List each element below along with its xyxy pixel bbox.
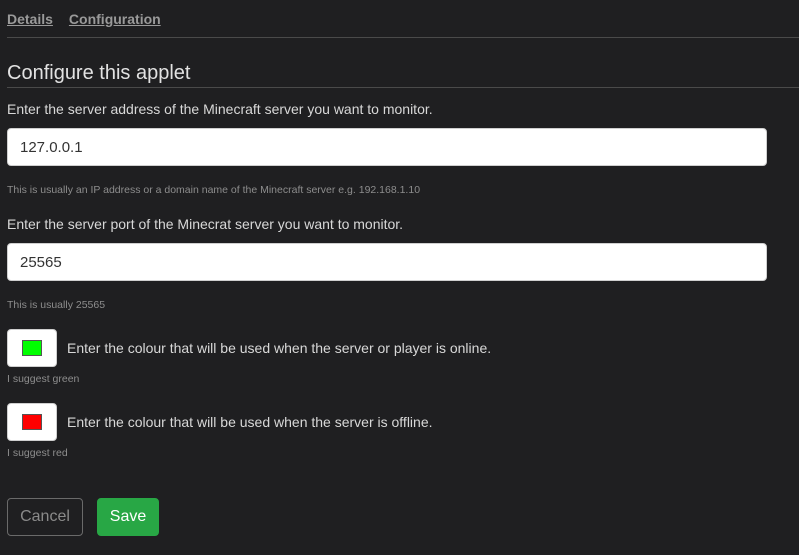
online-colour-swatch <box>22 340 42 356</box>
heading-divider <box>7 87 799 88</box>
offline-colour-swatch <box>22 414 42 430</box>
offline-colour-help: I suggest red <box>7 447 68 459</box>
online-colour-help: I suggest green <box>7 373 80 385</box>
server-address-input[interactable] <box>7 128 767 166</box>
cancel-button[interactable]: Cancel <box>7 498 83 536</box>
online-colour-label: Enter the colour that will be used when … <box>67 340 492 356</box>
tab-configuration[interactable]: Configuration <box>69 11 161 27</box>
applet-config-page: Details Configuration Configure this app… <box>0 0 799 555</box>
server-address-label: Enter the server address of the Minecraf… <box>7 101 433 117</box>
server-address-help: This is usually an IP address or a domai… <box>7 184 421 196</box>
server-port-input[interactable] <box>7 243 767 281</box>
server-port-label: Enter the server port of the Minecrat se… <box>7 216 404 232</box>
save-button[interactable]: Save <box>97 498 159 536</box>
offline-colour-label: Enter the colour that will be used when … <box>67 414 433 430</box>
server-port-help: This is usually 25565 <box>7 299 106 311</box>
offline-colour-picker[interactable] <box>7 403 57 441</box>
page-title: Configure this applet <box>7 62 191 84</box>
tab-details[interactable]: Details <box>7 11 53 27</box>
tab-bar: Details Configuration <box>7 11 161 27</box>
tabs-divider <box>7 37 799 38</box>
online-colour-picker[interactable] <box>7 329 57 367</box>
